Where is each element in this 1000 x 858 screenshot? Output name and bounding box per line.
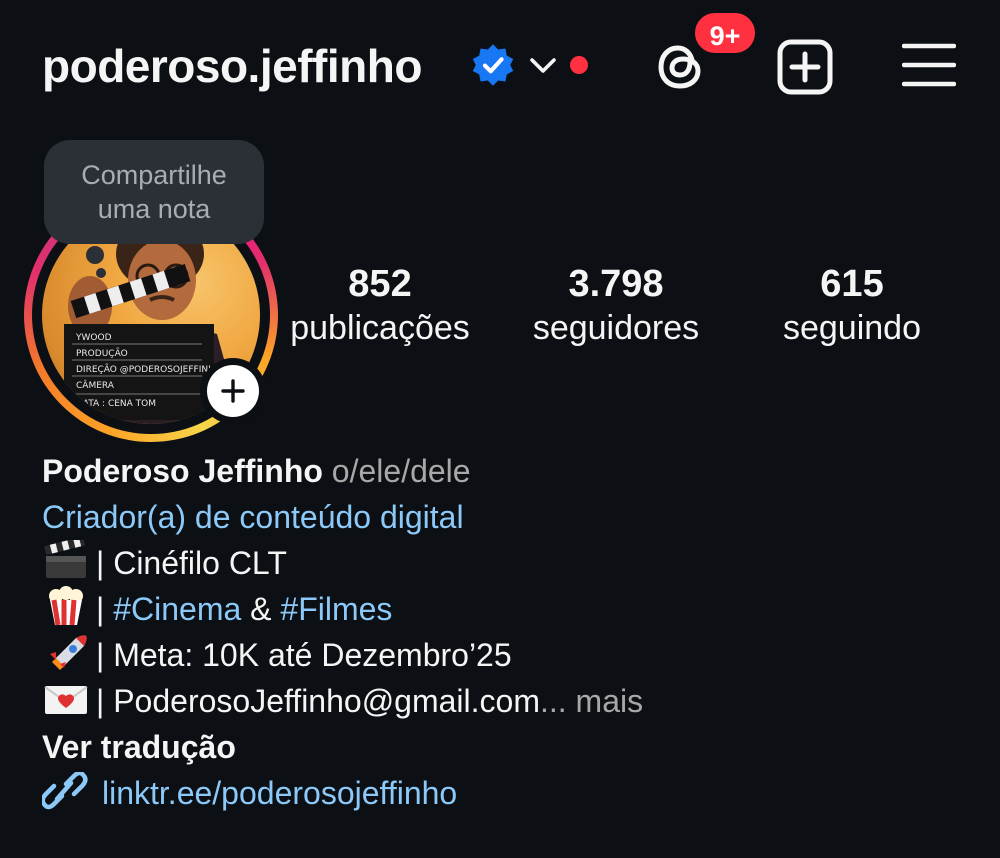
menu-icon[interactable]: [902, 40, 956, 90]
new-post-icon[interactable]: [776, 38, 834, 96]
note-bubble[interactable]: Compartilhe uma nota: [44, 140, 264, 244]
top-bar: poderoso.jeffinho 9+: [0, 0, 1000, 130]
popcorn-emoji: [49, 586, 83, 626]
bio-name-row: Poderoso Jeffinho o/ele/dele: [42, 448, 982, 494]
bio-line-2-amp: &: [250, 591, 272, 627]
note-bubble-tail: [86, 246, 104, 264]
bio-line-4-text: | PoderosoJeffinho@gmail.com: [96, 683, 540, 719]
hashtag-filmes[interactable]: #Filmes: [280, 591, 392, 627]
bio-link-row[interactable]: linktr.ee/poderosojeffinho: [42, 770, 982, 816]
bio-line-1-text: | Cinéfilo CLT: [96, 545, 287, 581]
bio-line-4: | PoderosoJeffinho@gmail.com... mais: [42, 678, 982, 724]
rocket-emoji: [50, 635, 87, 670]
note-text-line1: Compartilhe: [81, 160, 227, 190]
hashtag-cinema[interactable]: #Cinema: [113, 591, 241, 627]
clapperboard-emoji: [44, 540, 86, 578]
pronouns: o/ele/dele: [331, 453, 471, 489]
add-story-button[interactable]: [200, 358, 266, 424]
bio-line-2: | #Cinema & #Filmes: [42, 586, 982, 632]
followers-label: seguidores: [532, 309, 700, 347]
bio-line-3: | Meta: 10K até Dezembro’25: [42, 632, 982, 678]
link-icon: [42, 772, 88, 810]
note-text-line2: uma nota: [97, 194, 211, 224]
verified-badge-icon: [472, 44, 514, 86]
clapper-line-5: DATA : CENA TOM: [76, 399, 156, 409]
posts-count: 852: [348, 263, 412, 305]
notification-count-badge: 9+: [692, 10, 758, 56]
followers-count: 3.798: [568, 263, 664, 305]
following-count: 615: [820, 263, 884, 305]
more-link[interactable]: ... mais: [540, 683, 643, 719]
plus-icon: [221, 379, 245, 403]
bio-link[interactable]: linktr.ee/poderosojeffinho: [102, 775, 457, 811]
bio-line-3-text: | Meta: 10K até Dezembro’25: [96, 637, 512, 673]
account-notification-dot: [570, 56, 588, 74]
profile-bio: Poderoso Jeffinho o/ele/dele Criador(a) …: [42, 448, 982, 816]
stat-posts[interactable]: 852 publicações: [280, 262, 480, 350]
see-translation-link[interactable]: Ver tradução: [42, 724, 982, 770]
bio-line-2-sep: |: [96, 591, 105, 627]
profile-category: Criador(a) de conteúdo digital: [42, 499, 464, 535]
clapper-line-1: YWOOD: [75, 333, 112, 343]
clapper-line-4: CÂMERA: [76, 379, 115, 391]
profile-username[interactable]: poderoso.jeffinho: [42, 38, 422, 94]
clapper-line-3: DIREÇÃO @PODEROSOJEFFINHO: [76, 364, 222, 375]
display-name: Poderoso Jeffinho: [42, 453, 323, 489]
chevron-down-icon[interactable]: [528, 52, 558, 78]
love-letter-emoji: [44, 686, 88, 714]
stat-followers[interactable]: 3.798 seguidores: [516, 262, 716, 350]
following-label: seguindo: [782, 309, 921, 347]
note-bubble-tail-dot: [96, 268, 106, 278]
stat-following[interactable]: 615 seguindo: [752, 262, 952, 350]
posts-label: publicações: [290, 309, 470, 347]
clapper-line-2: PRODUÇÃO: [76, 348, 128, 359]
bio-line-1: | Cinéfilo CLT: [42, 540, 982, 586]
